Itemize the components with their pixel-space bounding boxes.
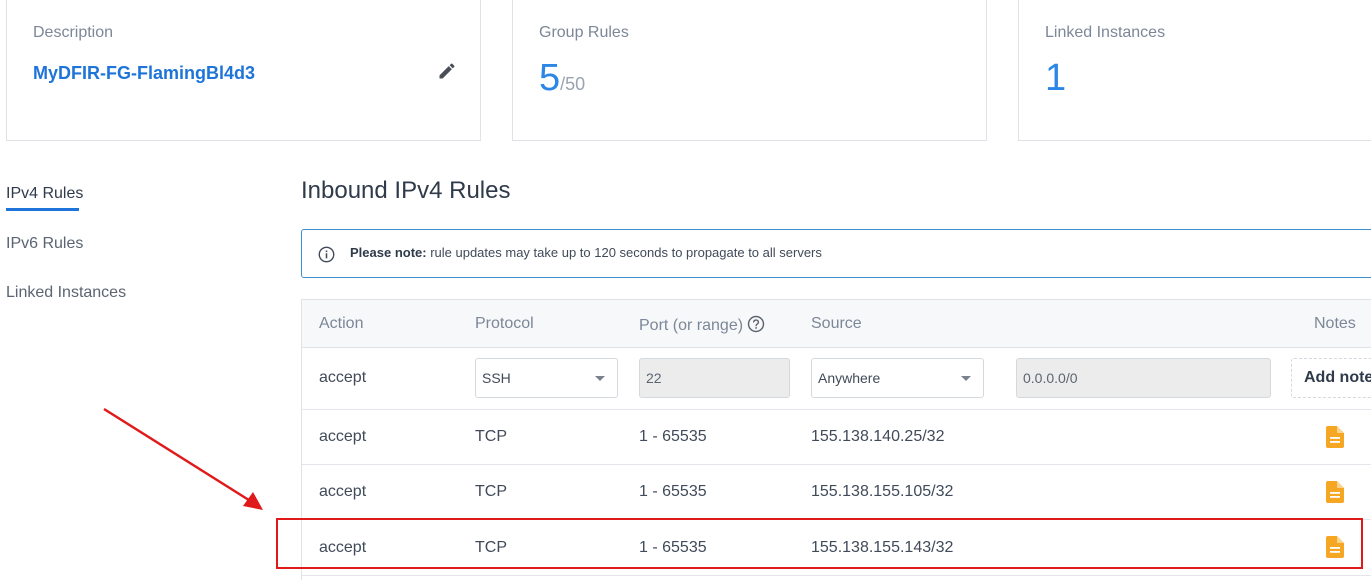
inbound-rules-table: Action Protocol Port (or range) Source N… xyxy=(301,299,1371,580)
document-note-icon[interactable] xyxy=(1326,536,1344,558)
active-tab-underline xyxy=(6,208,79,211)
pencil-icon[interactable] xyxy=(437,61,457,81)
description-label: Description xyxy=(33,24,114,41)
row-protocol: TCP xyxy=(475,539,507,556)
chevron-down-icon xyxy=(961,376,971,381)
chevron-down-icon xyxy=(595,376,605,381)
tab-linked-instances[interactable]: Linked Instances xyxy=(6,284,126,302)
tab-ipv4-rules[interactable]: IPv4 Rules xyxy=(6,185,84,211)
row-port: 1 - 65535 xyxy=(639,483,707,500)
port-input[interactable]: 22 xyxy=(639,358,790,398)
group-rules-card: Group Rules 5/50 xyxy=(512,0,987,141)
row-port: 1 - 65535 xyxy=(639,539,707,556)
row-protocol: TCP xyxy=(475,483,507,500)
row-source: 155.138.155.105/32 xyxy=(811,483,954,500)
add-note-button[interactable]: Add note xyxy=(1291,358,1371,398)
notice-bold: Please note: xyxy=(350,245,427,260)
document-note-icon[interactable] xyxy=(1326,481,1344,503)
header-action: Action xyxy=(319,315,364,332)
tab-ipv4-label: IPv4 Rules xyxy=(6,185,84,202)
source-type-select[interactable]: Anywhere xyxy=(811,358,984,398)
description-card: Description MyDFIR-FG-FlamingBl4d3 xyxy=(6,0,481,141)
document-note-icon[interactable] xyxy=(1326,426,1344,448)
row-source: 155.138.155.143/32 xyxy=(811,539,954,556)
table-row: accept TCP 1 - 65535 155.138.140.25/32 xyxy=(302,410,1371,465)
linked-instances-count: 1 xyxy=(1045,57,1067,99)
question-circle-icon[interactable] xyxy=(747,315,765,333)
header-notes: Notes xyxy=(1314,315,1356,332)
table-row: accept TCP 1 - 65535 155.138.155.105/32 xyxy=(302,465,1371,520)
linked-instances-label: Linked Instances xyxy=(1045,24,1166,41)
row-protocol: TCP xyxy=(475,428,507,445)
linked-instances-card: Linked Instances 1 xyxy=(1018,0,1371,141)
header-port: Port (or range) xyxy=(639,315,765,335)
info-circle-icon xyxy=(318,246,335,263)
notice-text: rule updates may take up to 120 seconds … xyxy=(426,245,822,260)
new-rule-row: accept SSH 22 Anywhere 0.0.0.0/0 Add not… xyxy=(302,348,1371,410)
section-title: Inbound IPv4 Rules xyxy=(301,177,511,204)
row-action: accept xyxy=(319,539,367,556)
header-protocol: Protocol xyxy=(475,315,534,332)
source-type-value: Anywhere xyxy=(818,370,881,386)
propagation-notice: Please note: rule updates may take up to… xyxy=(301,229,1371,278)
row-action: accept xyxy=(319,428,367,445)
table-header: Action Protocol Port (or range) Source N… xyxy=(302,300,1371,348)
group-rules-max: /50 xyxy=(560,74,586,94)
tab-ipv6-rules[interactable]: IPv6 Rules xyxy=(6,235,83,253)
group-rules-count: 5/50 xyxy=(539,57,586,99)
row-port: 1 - 65535 xyxy=(639,428,707,445)
new-rule-action: accept xyxy=(319,369,367,386)
description-value: MyDFIR-FG-FlamingBl4d3 xyxy=(33,63,256,83)
protocol-select[interactable]: SSH xyxy=(475,358,618,398)
group-rules-label: Group Rules xyxy=(539,24,629,41)
header-source: Source xyxy=(811,315,862,332)
row-source: 155.138.140.25/32 xyxy=(811,428,945,445)
protocol-select-value: SSH xyxy=(482,370,511,386)
row-action: accept xyxy=(319,483,367,500)
table-row: accept TCP 1 - 65535 155.138.155.143/32 xyxy=(302,520,1371,576)
notice-message: Please note: rule updates may take up to… xyxy=(350,245,822,260)
source-value-input[interactable]: 0.0.0.0/0 xyxy=(1016,358,1271,398)
